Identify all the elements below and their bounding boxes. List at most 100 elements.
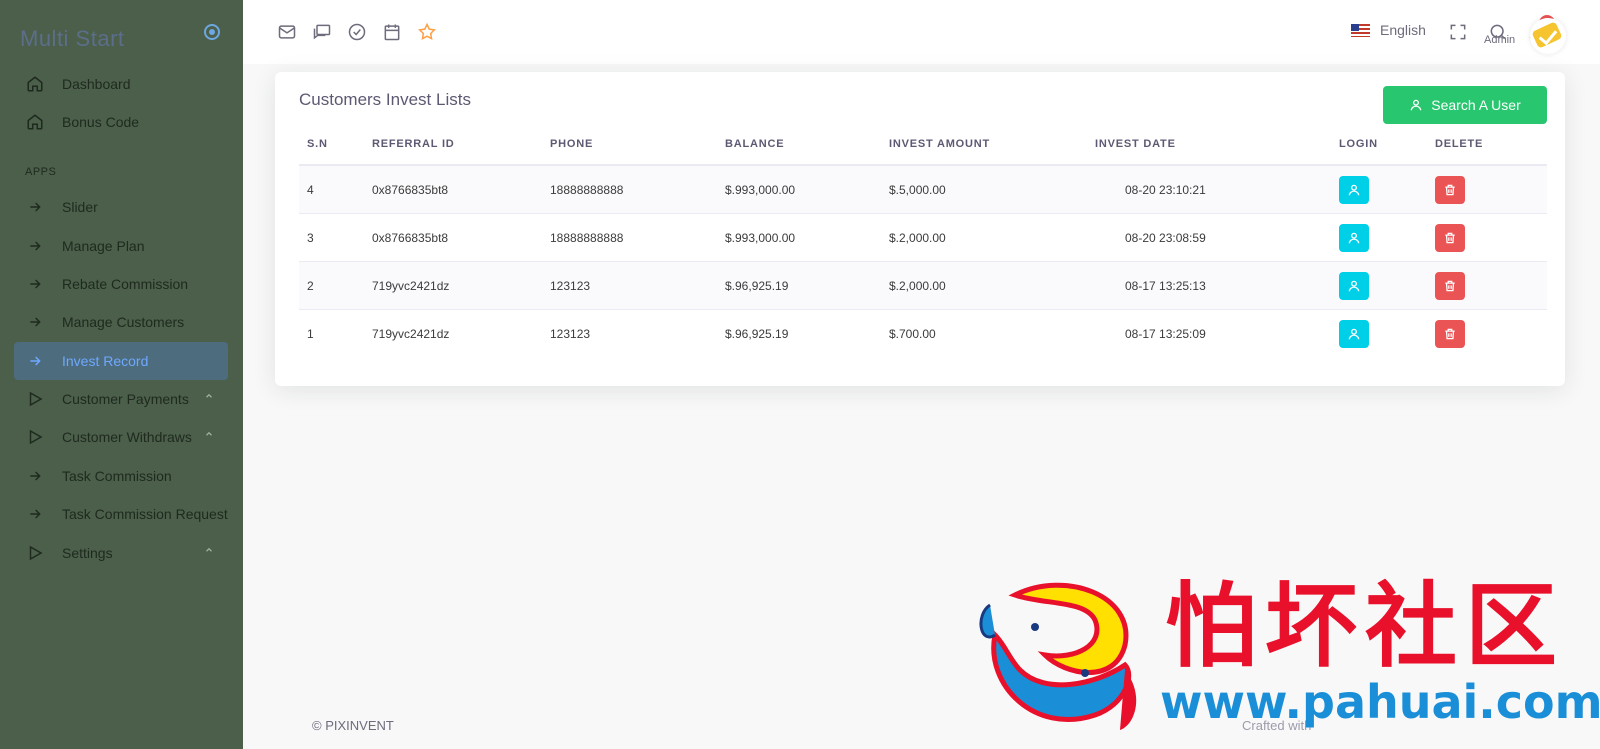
column-header[interactable]: LOGIN (1331, 124, 1427, 166)
sidebar-item-dashboard[interactable]: Dashboard (14, 65, 228, 103)
delete-button[interactable] (1435, 175, 1465, 204)
login-as-user-button[interactable] (1339, 223, 1369, 252)
delete-button[interactable] (1435, 319, 1465, 348)
home-icon (26, 113, 44, 131)
trash-icon (1445, 184, 1455, 195)
user-name[interactable]: Admin (1484, 34, 1515, 46)
sidebar-item-label: Manage Plan (62, 238, 145, 254)
sidebar-item-task-commission-request[interactable]: Task Commission Request (14, 495, 228, 533)
cell-login (1331, 261, 1427, 310)
trash-icon (1445, 280, 1455, 291)
sidebar-item-slider[interactable]: Slider (14, 188, 228, 226)
sidebar-item-label: Manage Customers (62, 314, 185, 330)
cell-delete (1427, 165, 1547, 214)
chat-icon[interactable] (312, 22, 332, 42)
login-as-user-button[interactable] (1339, 271, 1369, 300)
play-icon (26, 544, 44, 562)
cell-balance: $.993,000.00 (717, 165, 881, 214)
sidebar-toggle-icon[interactable] (204, 24, 220, 40)
user-icon (1348, 280, 1360, 291)
cell-referral: 0x8766835bt8 (364, 165, 542, 214)
delete-button[interactable] (1435, 271, 1465, 300)
section-label-apps: APPS (25, 166, 57, 178)
table-row: 1 719yvc2421dz 123123 $.96,925.19 $.700.… (299, 310, 1547, 358)
arrow-right-icon (26, 198, 44, 216)
language-label: English (1380, 22, 1426, 38)
sidebar-item-label: Settings (62, 545, 113, 561)
sidebar-item-invest-record[interactable]: Invest Record (14, 342, 228, 380)
watermark-url-text: www.pahuai.com (1160, 675, 1600, 729)
sidebar-item-label: Invest Record (62, 353, 149, 369)
sidebar-item-label: Customer Payments (62, 391, 189, 407)
cell-sn: 3 (299, 213, 364, 262)
sidebar-item-customer-payments[interactable]: Customer Payments (14, 380, 228, 418)
cell-date: 08-20 23:10:21 (1087, 165, 1331, 214)
play-icon (26, 428, 44, 446)
sidebar-item-manage-customers[interactable]: Manage Customers (14, 303, 228, 341)
chevron-up-icon (204, 391, 214, 404)
user-icon (1409, 98, 1423, 112)
sidebar-item-customer-withdraws[interactable]: Customer Withdraws (14, 418, 228, 456)
sidebar-item-label: Rebate Commission (62, 276, 189, 292)
cell-date: 08-20 23:08:59 (1087, 213, 1331, 262)
watermark: 怕坏社区 www.pahuai.com (975, 573, 1600, 740)
us-flag-icon (1351, 23, 1370, 37)
sidebar-item-bonus-code[interactable]: Bonus Code (14, 103, 228, 141)
sidebar-item-label: Slider (62, 199, 98, 215)
user-icon (1348, 328, 1360, 339)
cell-referral: 719yvc2421dz (364, 261, 542, 310)
cell-amount: $.5,000.00 (881, 165, 1087, 214)
column-header[interactable]: DELETE (1427, 124, 1547, 166)
sidebar-item-rebate-commission[interactable]: Rebate Commission (14, 265, 228, 303)
cell-sn: 1 (307, 326, 314, 341)
sidebar-item-settings[interactable]: Settings (14, 534, 228, 572)
sidebar-item-task-commission[interactable]: Task Commission (14, 457, 228, 495)
column-header[interactable]: INVEST DATE (1087, 124, 1331, 166)
cell-amount: $.700.00 (889, 326, 936, 341)
login-as-user-button[interactable] (1339, 319, 1369, 348)
column-header[interactable]: S.N (299, 124, 364, 166)
fullscreen-icon[interactable] (1448, 22, 1468, 42)
trash-icon (1445, 328, 1455, 339)
cell-phone: 123123 (542, 261, 717, 310)
sidebar-item-label: Task Commission Request (62, 506, 228, 522)
arrow-right-icon (26, 505, 44, 523)
cell-phone: 18888888888 (542, 213, 717, 262)
column-header[interactable]: INVEST AMOUNT (881, 124, 1087, 166)
column-header[interactable]: REFERRAL ID (364, 124, 542, 166)
cell-login (1331, 213, 1427, 262)
search-user-button[interactable]: Search A User (1383, 86, 1547, 124)
watermark-cn-text: 怕坏社区 (1165, 573, 1566, 680)
cell-date: 08-17 13:25:09 (1125, 326, 1206, 341)
sidebar-item-label: Customer Withdraws (62, 429, 192, 445)
calendar-icon[interactable] (382, 22, 402, 42)
cell-balance: $.96,925.19 (725, 326, 789, 341)
arrow-right-icon (26, 352, 44, 370)
sidebar-item-manage-plan[interactable]: Manage Plan (14, 227, 228, 265)
arrow-right-icon (26, 467, 44, 485)
column-header[interactable]: PHONE (542, 124, 717, 166)
cell-balance: $.96,925.19 (717, 261, 881, 310)
user-icon (1348, 184, 1360, 195)
cell-sn: 2 (299, 261, 364, 310)
arrow-right-icon (26, 275, 44, 293)
column-header[interactable]: BALANCE (717, 124, 881, 166)
cell-delete (1427, 213, 1547, 262)
cell-phone: 123123 (550, 326, 591, 341)
cell-referral: 719yvc2421dz (372, 326, 450, 341)
star-icon[interactable] (417, 22, 437, 42)
table-row: 3 0x8766835bt8 18888888888 $.993,000.00 … (299, 213, 1547, 262)
avatar[interactable] (1530, 18, 1566, 54)
sidebar-item-label: Bonus Code (62, 114, 140, 130)
delete-button[interactable] (1435, 223, 1465, 252)
user-icon (1348, 232, 1360, 243)
home-icon (26, 75, 44, 93)
cell-date: 08-17 13:25:13 (1087, 261, 1331, 310)
mail-icon[interactable] (277, 22, 297, 42)
check-circle-icon[interactable] (347, 22, 367, 42)
brand-logo[interactable]: Multi Start (20, 26, 125, 52)
language-selector[interactable]: English (1351, 22, 1426, 38)
login-as-user-button[interactable] (1339, 175, 1369, 204)
cell-referral: 0x8766835bt8 (364, 213, 542, 262)
cell-balance: $.993,000.00 (717, 213, 881, 262)
